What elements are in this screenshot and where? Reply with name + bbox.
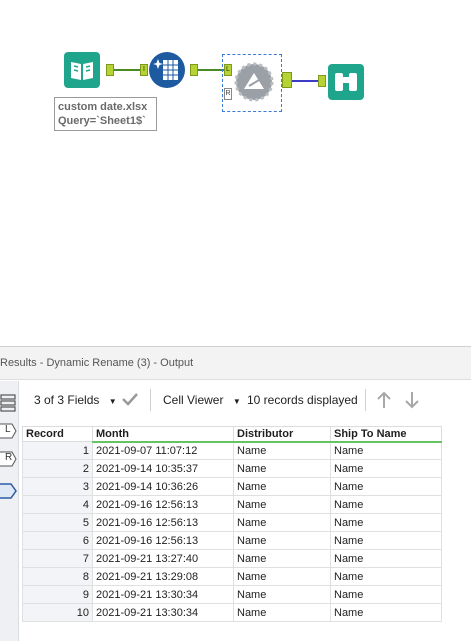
binoculars-icon	[328, 64, 364, 100]
distributor-cell[interactable]: Name	[233, 495, 331, 514]
left-anchor-button[interactable]: L	[0, 421, 17, 441]
ship-to-name-cell[interactable]: Name	[330, 567, 442, 586]
month-cell[interactable]: 2021-09-07 11:07:12	[92, 441, 234, 460]
column-header-distributor[interactable]: Distributor	[233, 426, 331, 443]
record-cell[interactable]: 7	[22, 549, 93, 568]
connection-line	[292, 80, 318, 82]
annotation-query: Query=`Sheet1$`	[58, 115, 146, 127]
browse-tool[interactable]	[328, 64, 364, 100]
anchor-strip: L R	[0, 381, 19, 641]
input-anchor[interactable]: I	[140, 64, 148, 76]
input-data-tool[interactable]	[64, 52, 100, 88]
ship-to-name-cell[interactable]: Name	[330, 477, 442, 496]
column-header-ship-to-name[interactable]: Ship To Name	[330, 426, 442, 443]
checkmark-icon[interactable]	[121, 391, 139, 410]
chevron-down-icon: ▼	[108, 397, 117, 406]
distributor-cell[interactable]: Name	[233, 567, 331, 586]
cell-viewer-dropdown[interactable]: Cell Viewer ▼	[163, 393, 241, 407]
ship-to-name-cell[interactable]: Name	[330, 441, 442, 460]
record-cell[interactable]: 3	[22, 477, 93, 496]
record-cell[interactable]: 2	[22, 459, 93, 478]
month-cell[interactable]: 2021-09-16 12:56:13	[92, 495, 234, 514]
join-output-anchor[interactable]	[282, 72, 292, 88]
connection-line	[114, 69, 140, 71]
distributor-cell[interactable]: Name	[233, 531, 331, 550]
table-view-icon[interactable]	[0, 393, 17, 413]
ship-to-name-cell[interactable]: Name	[330, 513, 442, 532]
results-grid[interactable]: Record Month Distributor Ship To Name 12…	[22, 426, 442, 622]
distributor-cell[interactable]: Name	[233, 459, 331, 478]
toolbar-divider	[150, 389, 151, 411]
fields-dropdown[interactable]: 3 of 3 Fields ▼	[34, 393, 117, 407]
ship-to-name-cell[interactable]: Name	[330, 549, 442, 568]
gear-join-icon	[234, 62, 274, 102]
ship-to-name-cell[interactable]: Name	[330, 459, 442, 478]
record-cell[interactable]: 9	[22, 585, 93, 604]
table-row[interactable]: 3 2021-09-14 10:36:26 Name Name	[22, 477, 442, 496]
month-cell[interactable]: 2021-09-16 12:56:13	[92, 513, 234, 532]
results-toolbar: 3 of 3 Fields ▼ Cell Viewer ▼ 10 records…	[19, 381, 471, 419]
table-row[interactable]: 4 2021-09-16 12:56:13 Name Name	[22, 495, 442, 514]
join-tool[interactable]	[234, 62, 274, 102]
table-row[interactable]: 8 2021-09-21 13:29:08 Name Name	[22, 567, 442, 586]
tool-annotation: custom date.xlsx Query=`Sheet1$`	[54, 97, 157, 131]
record-cell[interactable]: 6	[22, 531, 93, 550]
arrow-down-icon[interactable]	[403, 390, 421, 413]
table-row[interactable]: 9 2021-09-21 13:30:34 Name Name	[22, 585, 442, 604]
ship-to-name-cell[interactable]: Name	[330, 495, 442, 514]
table-row[interactable]: 7 2021-09-21 13:27:40 Name Name	[22, 549, 442, 568]
record-cell[interactable]: 8	[22, 567, 93, 586]
ship-to-name-cell[interactable]: Name	[330, 531, 442, 550]
distributor-cell[interactable]: Name	[233, 513, 331, 532]
chevron-down-icon: ▼	[232, 397, 241, 406]
right-anchor-button[interactable]: R	[0, 449, 17, 469]
annotation-filename: custom date.xlsx	[58, 101, 148, 113]
record-cell[interactable]: 10	[22, 603, 93, 622]
distributor-cell[interactable]: Name	[233, 441, 331, 460]
output-anchor[interactable]	[106, 64, 114, 76]
month-cell[interactable]: 2021-09-21 13:29:08	[92, 567, 234, 586]
month-cell[interactable]: 2021-09-21 13:30:34	[92, 603, 234, 622]
workflow-canvas[interactable]: I L R custom date.xlsx Query=`Sheet1$`	[0, 0, 471, 346]
table-row[interactable]: 10 2021-09-21 13:30:34 Name Name	[22, 603, 442, 622]
arrow-up-icon[interactable]	[375, 390, 393, 413]
connection-line	[198, 69, 224, 71]
dynamic-rename-tool[interactable]	[148, 51, 186, 89]
distributor-cell[interactable]: Name	[233, 603, 331, 622]
distributor-cell[interactable]: Name	[233, 477, 331, 496]
results-title: Results - Dynamic Rename (3) - Output	[0, 357, 194, 369]
ship-to-name-cell[interactable]: Name	[330, 585, 442, 604]
output-anchor[interactable]	[190, 64, 198, 76]
results-titlebar: Results - Dynamic Rename (3) - Output	[0, 347, 471, 380]
toolbar-divider	[365, 389, 366, 411]
record-cell[interactable]: 1	[22, 441, 93, 460]
month-cell[interactable]: 2021-09-14 10:36:26	[92, 477, 234, 496]
sparkle-table-icon	[149, 52, 185, 88]
column-header-record[interactable]: Record	[22, 426, 93, 442]
grid-header-row: Record Month Distributor Ship To Name	[22, 426, 442, 443]
ship-to-name-cell[interactable]: Name	[330, 603, 442, 622]
month-cell[interactable]: 2021-09-14 10:35:37	[92, 459, 234, 478]
table-row[interactable]: 5 2021-09-16 12:56:13 Name Name	[22, 513, 442, 532]
records-count: 10 records displayed	[247, 393, 358, 407]
table-row[interactable]: 6 2021-09-16 12:56:13 Name Name	[22, 531, 442, 550]
distributor-cell[interactable]: Name	[233, 585, 331, 604]
input-anchor[interactable]	[318, 75, 326, 87]
table-row[interactable]: 2 2021-09-14 10:35:37 Name Name	[22, 459, 442, 478]
month-cell[interactable]: 2021-09-21 13:30:34	[92, 585, 234, 604]
record-cell[interactable]: 4	[22, 495, 93, 514]
output-anchor-button[interactable]	[0, 481, 17, 501]
record-cell[interactable]: 5	[22, 513, 93, 532]
distributor-cell[interactable]: Name	[233, 549, 331, 568]
month-cell[interactable]: 2021-09-16 12:56:13	[92, 531, 234, 550]
table-row[interactable]: 1 2021-09-07 11:07:12 Name Name	[22, 441, 442, 460]
month-cell[interactable]: 2021-09-21 13:27:40	[92, 549, 234, 568]
book-icon	[64, 52, 100, 88]
column-header-month[interactable]: Month	[92, 426, 234, 443]
